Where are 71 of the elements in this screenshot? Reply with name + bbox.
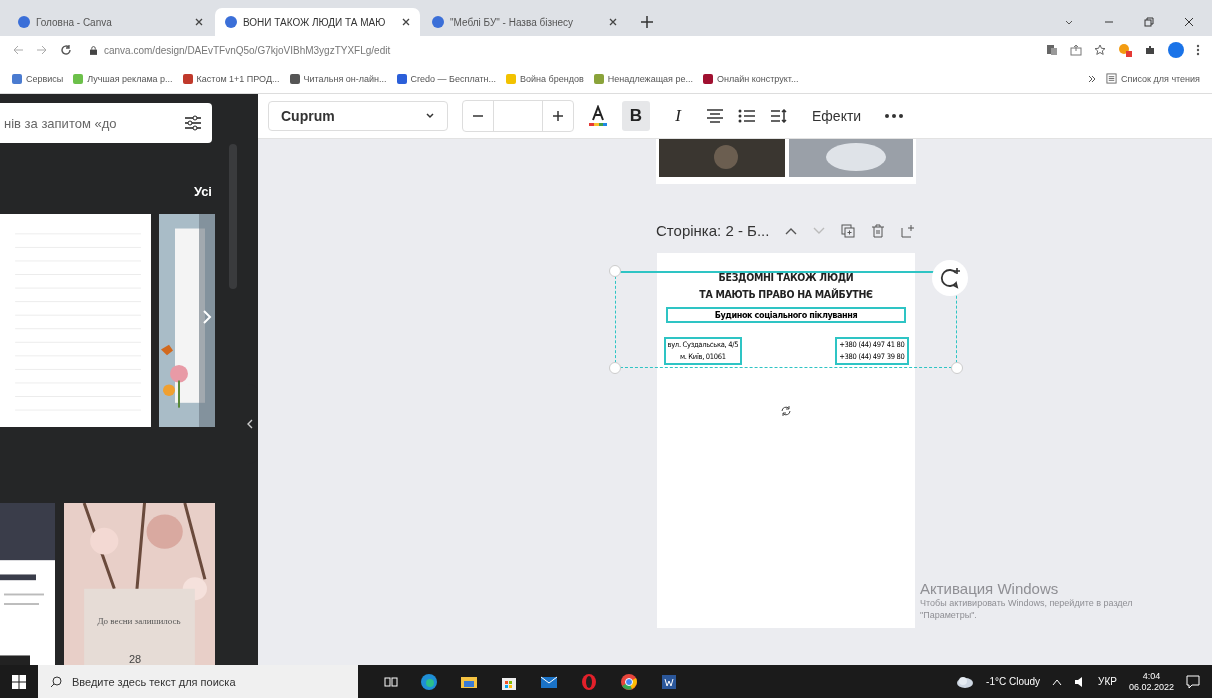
avatar-icon[interactable] (1168, 42, 1184, 58)
extension-badge-icon[interactable] (1118, 43, 1132, 57)
add-comment-icon[interactable] (932, 260, 968, 296)
line-spacing-icon[interactable] (770, 109, 788, 123)
chevron-up-icon[interactable] (785, 226, 798, 235)
bullet-list-icon[interactable] (738, 109, 756, 123)
notification-icon[interactable] (1186, 674, 1200, 689)
search-icon (50, 675, 62, 688)
effects-button[interactable]: Ефекти (802, 102, 872, 130)
browser-tab[interactable]: ВОНИ ТАКОЖ ЛЮДИ ТА МАЮ (215, 8, 420, 36)
chevron-right-icon[interactable] (202, 309, 212, 325)
chrome-icon[interactable] (620, 672, 638, 691)
bookmark[interactable]: Онлайн конструкт... (702, 73, 799, 84)
cloud-icon (956, 675, 975, 688)
italic-button[interactable]: I (664, 101, 692, 131)
font-size-field[interactable] (493, 101, 543, 131)
share-icon[interactable] (1070, 44, 1082, 56)
bookmark[interactable]: Читальня он-лайн... (289, 73, 387, 84)
bookmark[interactable]: Война брендов (506, 73, 584, 84)
browser-tab[interactable]: Головна - Canva (8, 8, 213, 36)
reload-icon[interactable] (60, 44, 72, 56)
filter-icon[interactable] (184, 115, 202, 131)
see-all-link[interactable]: Усі (193, 184, 212, 199)
activation-title: Активация Windows (920, 580, 1060, 597)
bookmark[interactable]: Кастом 1+1 ПРОД... (182, 73, 280, 84)
headline-text[interactable]: БЕЗДОМНІ ТАКОЖ ЛЮДИ (718, 269, 854, 286)
restore-icon[interactable] (1144, 17, 1154, 27)
plus-icon[interactable] (553, 111, 563, 121)
close-icon[interactable] (402, 18, 410, 26)
chevron-up-icon[interactable] (1052, 677, 1063, 686)
template-text: 28 (129, 653, 142, 665)
duplicate-icon[interactable] (841, 223, 856, 238)
more-icon[interactable] (885, 114, 904, 118)
more-icon[interactable] (1196, 44, 1200, 56)
word-icon[interactable] (660, 672, 678, 691)
template-text: До весни залишилось (96, 615, 182, 628)
bookmark[interactable]: Лучшая реклама р... (73, 73, 173, 84)
bookmark[interactable]: Ненадлежащая ре... (593, 73, 693, 84)
edge-icon[interactable] (420, 672, 438, 691)
taskbar-search-field[interactable]: Введите здесь текст для поиска (38, 665, 358, 698)
browser-tab[interactable]: "Меблі БУ" - Назва бізнесу (422, 8, 627, 36)
reading-list[interactable]: Список для чтения (1106, 73, 1200, 84)
subtitle-text[interactable]: Будинок соціального піклування (666, 307, 906, 323)
language-indicator[interactable]: УКР (1098, 676, 1117, 687)
trash-icon[interactable] (871, 223, 886, 238)
clock[interactable]: 4:04 06.02.2022 (1128, 670, 1174, 693)
add-page-icon[interactable] (901, 223, 916, 238)
activation-text: Чтобы активировать Windows, перейдите в раздел "Параметры". (920, 597, 1134, 621)
search-field[interactable]: нів за запитом «до (0, 103, 212, 143)
close-icon[interactable] (1184, 17, 1194, 27)
close-icon[interactable] (609, 18, 617, 26)
weather-text[interactable]: -1°C Cloudy (986, 676, 1041, 687)
windows-icon[interactable] (12, 674, 26, 689)
plus-icon[interactable] (641, 16, 653, 28)
chevron-down-icon (425, 111, 435, 121)
align-center-icon[interactable] (706, 109, 724, 123)
lock-icon (90, 45, 97, 55)
task-view-icon[interactable] (384, 674, 398, 689)
close-icon[interactable] (195, 18, 203, 26)
translate-icon[interactable] (1046, 44, 1058, 56)
star-icon[interactable] (1094, 44, 1106, 56)
bookmark[interactable]: Сервисы (12, 73, 64, 84)
bookmark[interactable]: Credo — Бесплатн... (396, 73, 497, 84)
page-title[interactable]: Сторінка: 2 - Б... (656, 222, 770, 239)
font-dropdown[interactable]: Cuprum (268, 101, 448, 131)
bold-button[interactable]: B (622, 101, 650, 131)
text-color-icon[interactable] (588, 105, 608, 127)
headline-text[interactable]: ТА МАЮТЬ ПРАВО НА МАЙБУТНЄ (699, 286, 873, 303)
list-icon (1106, 73, 1118, 84)
chevrons-icon[interactable] (1088, 74, 1097, 83)
opera-icon[interactable] (580, 672, 598, 691)
